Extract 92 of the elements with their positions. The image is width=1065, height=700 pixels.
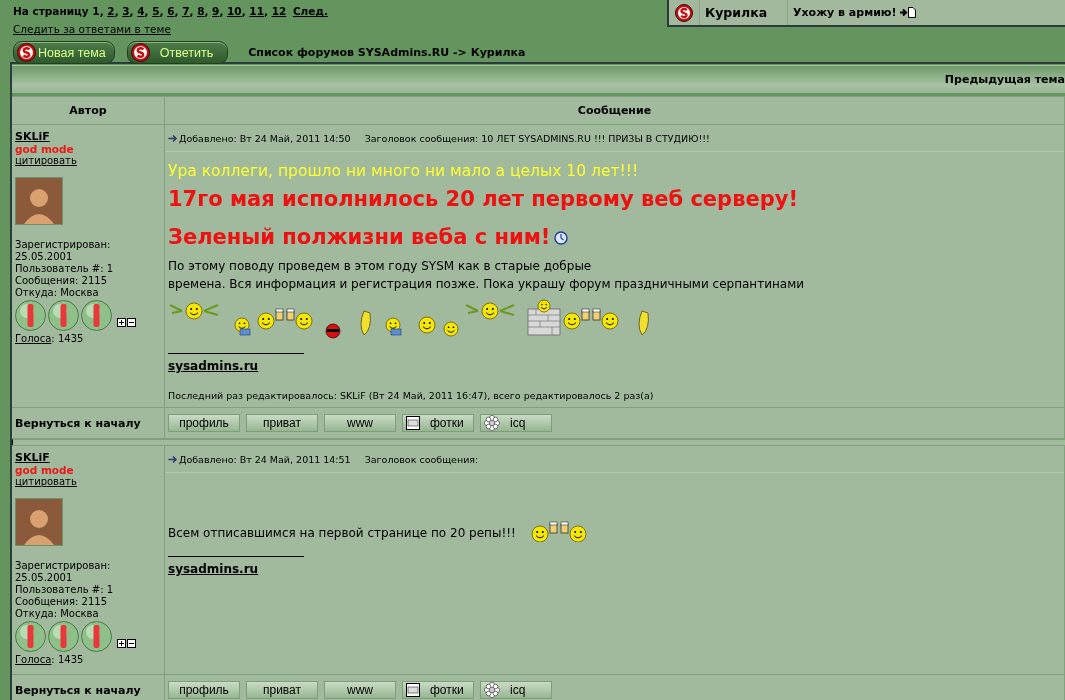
post-date: Добавлено: Вт 24 Май, 2011 14:50 — [179, 132, 351, 144]
headline-text: Зеленый полжизни веба с ним! — [168, 225, 551, 249]
page-link[interactable]: 12 — [271, 5, 287, 17]
author-name[interactable]: SKLiF — [15, 452, 50, 464]
column-title: Автор — [69, 104, 107, 117]
profile-button[interactable]: icq — [480, 414, 552, 432]
page-link[interactable]: 11 — [249, 5, 264, 17]
quote-link[interactable]: цитировать — [15, 155, 77, 166]
profile-button[interactable]: фотки — [402, 414, 474, 432]
page-link[interactable]: 2 — [107, 5, 115, 17]
signature-link[interactable]: sysadmins.ru — [168, 359, 259, 373]
column-title: Сообщение — [577, 104, 652, 117]
page-link[interactable]: 10 — [227, 5, 242, 17]
rating-ball-icon — [48, 300, 79, 331]
post-arrow-icon — [168, 133, 178, 143]
message-text: Всем отписавшимся на первой странице по 20 репы!!! — [168, 525, 516, 542]
rating-ball-icon — [81, 621, 112, 652]
profile-info: 25.05.2001 — [15, 572, 74, 584]
profile-button[interactable]: приват — [246, 681, 318, 699]
flower-icon — [484, 682, 500, 698]
rating-ball-icon — [81, 300, 112, 331]
page-link[interactable]: 5 — [152, 5, 160, 17]
topic-title[interactable]: Ухожу в армию! — [793, 6, 897, 19]
vote-plus-minus-icon — [117, 639, 136, 648]
page-link[interactable]: 8 — [197, 5, 205, 17]
forum-button[interactable]: Новая тема — [13, 41, 115, 64]
page-separator: , — [114, 5, 119, 17]
page-link[interactable]: 6 — [167, 5, 175, 17]
page-separator: , — [204, 5, 209, 17]
edit-note: Последний раз редактировалось: SKLiF (Вт 24 Май, 2011 16:47), всего редактировалось 2 раз(а) — [168, 390, 655, 401]
page-separator: , — [263, 5, 268, 17]
page-separator: , — [219, 5, 224, 17]
page-separator: , — [159, 5, 164, 17]
votes-count: : 1435 — [51, 333, 84, 344]
page-link[interactable]: 4 — [137, 5, 145, 17]
forum-name: Курилка — [705, 5, 768, 20]
goto-post-icon — [899, 7, 916, 18]
author-name[interactable]: SKLiF — [15, 131, 50, 143]
profile-info: Откуда: Москва — [15, 608, 100, 620]
author-rank: god mode — [15, 143, 75, 155]
votes-count: : 1435 — [51, 654, 84, 665]
page-link[interactable]: 9 — [212, 5, 220, 17]
profile-info: Сообщения: 2115 — [15, 596, 108, 608]
author-rank: god mode — [15, 464, 75, 476]
person-silhouette-icon — [22, 186, 56, 224]
post-date: Добавлено: Вт 24 Май, 2011 14:51 — [179, 453, 351, 465]
profile-button[interactable]: приват — [246, 414, 318, 432]
profile-button[interactable]: www — [324, 681, 396, 699]
page-separator: , — [129, 5, 134, 17]
rating-ball-icon — [48, 621, 79, 652]
profile-info: Зарегистрирован: — [15, 560, 112, 572]
page-separator: , — [99, 5, 104, 17]
profile-info: Откуда: Москва — [15, 287, 100, 299]
profile-button[interactable]: профиль — [168, 681, 240, 699]
forum-button[interactable]: Ответить — [126, 41, 229, 64]
logo-icon — [675, 3, 693, 22]
page-separator: , — [144, 5, 149, 17]
logo-icon — [17, 43, 36, 62]
watch-topic-link[interactable]: Следить за ответами в теме — [13, 23, 171, 35]
pagination-label: На страницу — [13, 5, 89, 17]
post-arrow-icon — [168, 454, 178, 464]
previous-topic-link[interactable]: Предыдущая тема — [944, 73, 1065, 86]
next-page-link[interactable]: След. — [292, 5, 328, 17]
greeting-text: Ура коллеги, прошло ни много ни мало а целых 10 лет!!! — [168, 161, 640, 181]
rating-ball-icon — [15, 300, 46, 331]
rating-ball-icon — [15, 621, 46, 652]
breadcrumb: Список форумов SYSAdmins.RU -> Курилка — [248, 46, 526, 59]
signature-link[interactable]: sysadmins.ru — [168, 562, 259, 576]
profile-button[interactable]: www — [324, 414, 396, 432]
current-page: 1 — [92, 5, 100, 17]
profile-info: Пользователь #: 1 — [15, 263, 115, 275]
page-separator: , — [241, 5, 246, 17]
profile-button[interactable]: icq — [480, 681, 552, 699]
quote-link[interactable]: цитировать — [15, 476, 77, 487]
headline-text: 17го мая исполнилось 20 лет первому веб серверу! — [168, 187, 798, 211]
profile-button[interactable]: профиль — [168, 414, 240, 432]
profile-info: Сообщения: 2115 — [15, 275, 108, 287]
page-link[interactable]: 7 — [182, 5, 190, 17]
post-subject: Заголовок сообщения: — [364, 453, 479, 465]
message-text: По этому поводу проведем в этом году SYSM как в старые добрые времена. Вся информация и регистрация позже. Пока украшу форум праздничными серпантинами — [168, 258, 805, 293]
profile-info: 25.05.2001 — [15, 251, 74, 263]
profile-button[interactable]: фотки — [402, 681, 474, 699]
page-link[interactable]: 3 — [122, 5, 130, 17]
page-separator: , — [174, 5, 179, 17]
profile-info: Пользователь #: 1 — [15, 584, 115, 596]
post-subject: Заголовок сообщения: 10 ЛЕТ SYSADMINS.RU !!! ПРИЗЫ В СТУДИЮ!!! — [364, 132, 710, 144]
person-silhouette-icon — [22, 507, 56, 545]
flower-icon — [484, 415, 500, 431]
logo-icon — [130, 43, 150, 62]
page-separator: , — [189, 5, 194, 17]
vote-plus-minus-icon — [117, 318, 136, 327]
profile-info: Зарегистрирован: — [15, 239, 112, 251]
